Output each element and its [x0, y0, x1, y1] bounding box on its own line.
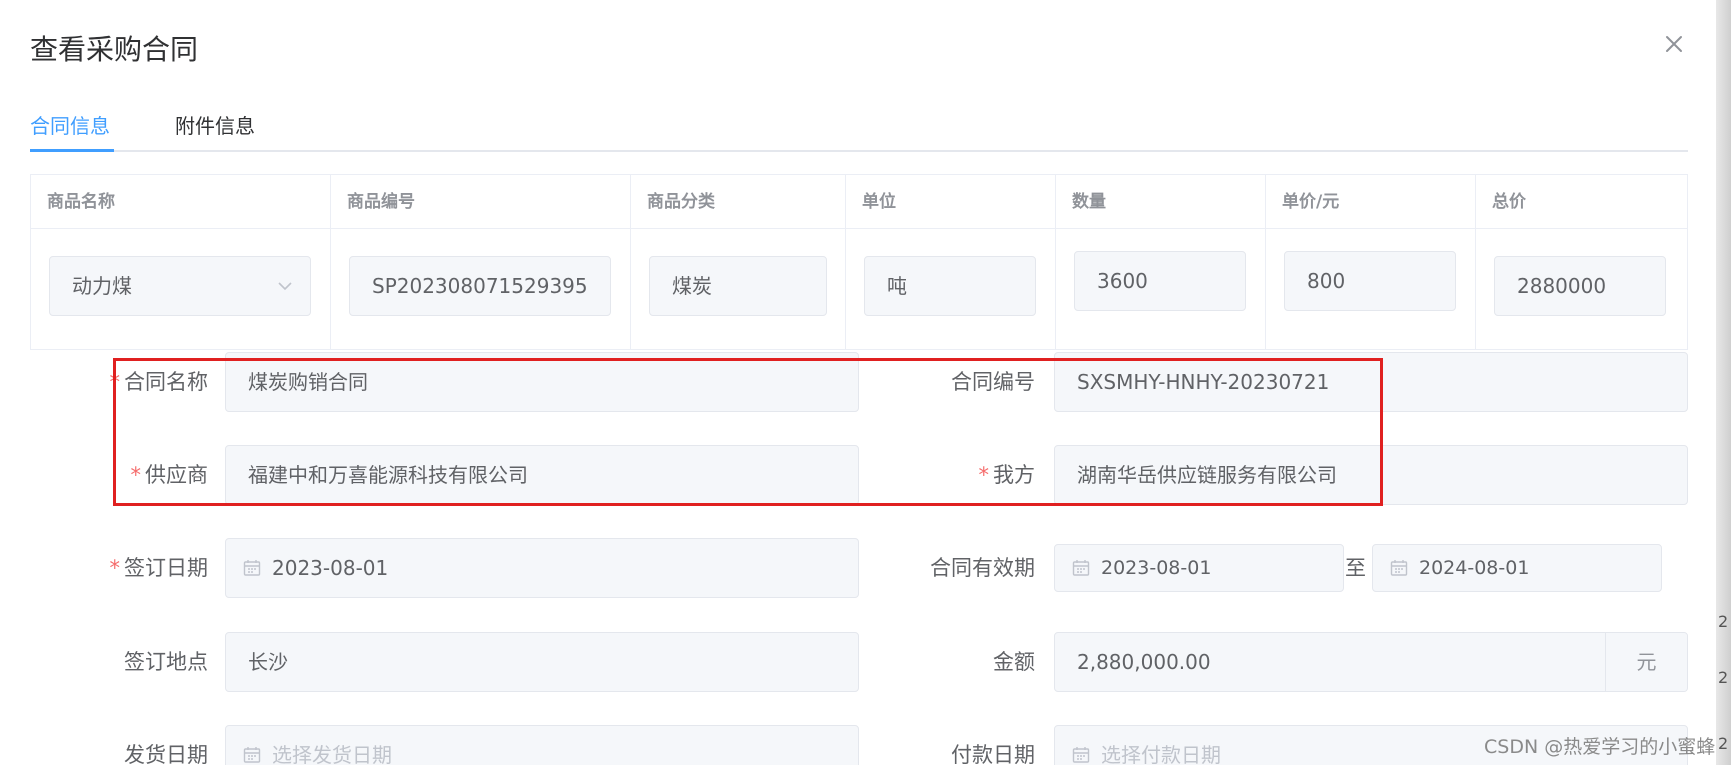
- table-cell: 煤炭: [631, 229, 846, 349]
- unit-price-input[interactable]: 800: [1284, 251, 1456, 311]
- table-cell: 2880000: [1476, 229, 1687, 349]
- sign-date-value: 2023-08-01: [272, 556, 389, 580]
- valid-period-label: 合同有效期: [930, 556, 1035, 580]
- supplier-label: * 供应商: [130, 463, 209, 487]
- close-icon[interactable]: [1660, 30, 1688, 58]
- product-name-select[interactable]: 动力煤: [49, 256, 311, 316]
- sign-place-label: 签订地点: [124, 650, 208, 674]
- tab-attachment-info[interactable]: 附件信息: [175, 110, 255, 139]
- chevron-down-icon: [278, 282, 292, 291]
- ship-date-placeholder: 选择发货日期: [272, 743, 392, 765]
- product-category-input[interactable]: 煤炭: [649, 256, 827, 316]
- amount-unit: 元: [1605, 633, 1687, 691]
- valid-end-value: 2024-08-01: [1419, 557, 1530, 579]
- pay-date-label: 付款日期: [951, 743, 1035, 765]
- contract-name-label: * 合同名称: [109, 370, 209, 394]
- background-page-edge: 2 2 2: [1716, 0, 1731, 765]
- quantity-input[interactable]: 3600: [1074, 251, 1246, 311]
- amount-label: 金额: [993, 650, 1035, 674]
- ship-date-label: 发货日期: [124, 743, 208, 765]
- ship-date-picker[interactable]: 选择发货日期: [225, 725, 859, 765]
- tab-contract-info[interactable]: 合同信息: [30, 110, 110, 139]
- sign-place-input[interactable]: 长沙: [225, 632, 859, 692]
- column-header-unit: 单位: [846, 175, 1056, 229]
- dialog-title: 查看采购合同: [30, 33, 199, 66]
- table-cell: 3600: [1056, 229, 1266, 349]
- our-party-input[interactable]: 湖南华岳供应链服务有限公司: [1054, 445, 1688, 505]
- table-cell: 吨: [846, 229, 1056, 349]
- range-separator: 至: [1345, 556, 1366, 580]
- calendar-icon: [1072, 747, 1090, 763]
- watermark: CSDN @热爱学习的小蜜蜂: [1484, 736, 1716, 758]
- amount-value: 2,880,000.00: [1077, 650, 1211, 674]
- edge-char: 2: [1718, 668, 1729, 687]
- required-mark: *: [130, 463, 142, 487]
- required-mark: *: [978, 463, 990, 487]
- calendar-icon: [1072, 560, 1090, 576]
- active-tab-indicator: [30, 149, 114, 152]
- product-name-value: 动力煤: [72, 274, 132, 298]
- sign-date-picker[interactable]: 2023-08-01: [225, 538, 859, 598]
- calendar-icon: [243, 560, 261, 576]
- column-header-category: 商品分类: [631, 175, 846, 229]
- column-header-code: 商品编号: [331, 175, 631, 229]
- edge-char: 2: [1718, 734, 1729, 753]
- supplier-input[interactable]: 福建中和万喜能源科技有限公司: [225, 445, 859, 505]
- total-price-input[interactable]: 2880000: [1494, 256, 1666, 316]
- table-cell: SP202308071529395: [331, 229, 631, 349]
- pay-date-placeholder: 选择付款日期: [1101, 743, 1221, 765]
- column-header-name: 商品名称: [31, 175, 331, 229]
- valid-start-value: 2023-08-01: [1101, 557, 1212, 579]
- contract-no-input[interactable]: SXSMHY-HNHY-20230721: [1054, 352, 1688, 412]
- required-mark: *: [109, 370, 121, 394]
- calendar-icon: [1390, 560, 1408, 576]
- valid-end-picker[interactable]: 2024-08-01: [1372, 544, 1662, 592]
- tab-bar: 合同信息 附件信息: [30, 104, 1688, 152]
- contract-name-input[interactable]: 煤炭购销合同: [225, 352, 859, 412]
- our-party-label: * 我方: [978, 463, 1036, 487]
- sign-date-label: * 签订日期: [109, 556, 209, 580]
- product-unit-input[interactable]: 吨: [864, 256, 1036, 316]
- required-mark: *: [109, 556, 121, 580]
- product-code-input[interactable]: SP202308071529395: [349, 256, 611, 316]
- edge-char: 2: [1718, 612, 1729, 631]
- contract-no-label: 合同编号: [951, 370, 1035, 394]
- calendar-icon: [243, 747, 261, 763]
- column-header-quantity: 数量: [1056, 175, 1266, 229]
- amount-input[interactable]: 2,880,000.00 元: [1054, 632, 1688, 692]
- table-cell: 800: [1266, 229, 1476, 349]
- goods-table: 商品名称 商品编号 商品分类 单位 数量 单价/元 总价 动力煤 SP20230…: [30, 174, 1688, 350]
- column-header-total: 总价: [1476, 175, 1687, 229]
- column-header-unit-price: 单价/元: [1266, 175, 1476, 229]
- valid-start-picker[interactable]: 2023-08-01: [1054, 544, 1344, 592]
- table-cell: 动力煤: [31, 229, 331, 349]
